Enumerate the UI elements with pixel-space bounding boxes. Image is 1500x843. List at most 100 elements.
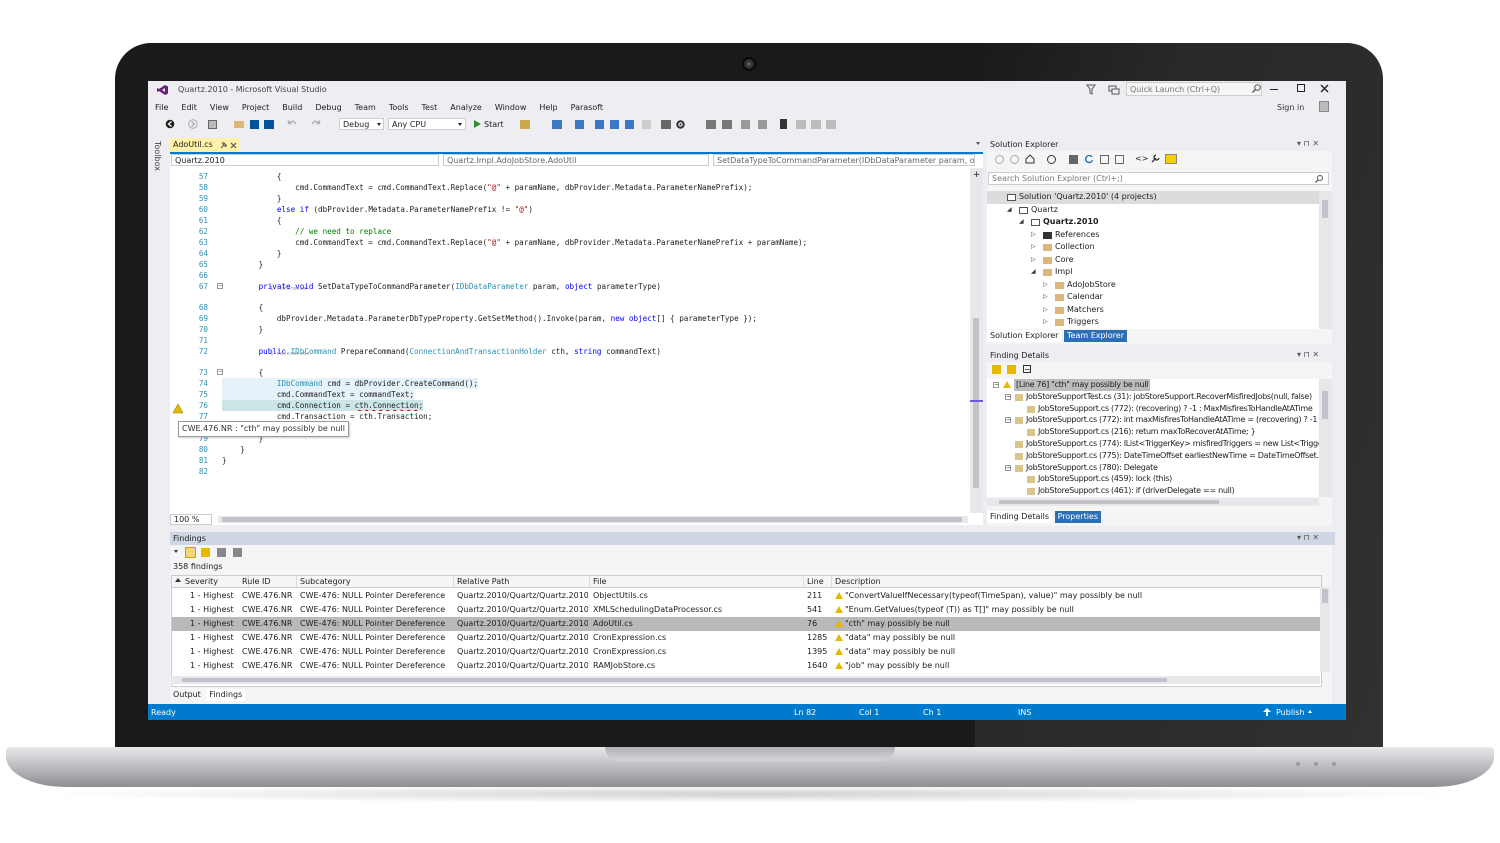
forward-icon[interactable] bbox=[1010, 155, 1019, 164]
parasoft-run-icon[interactable] bbox=[552, 120, 562, 129]
solution-tree-item[interactable]: ▷ Matchers bbox=[987, 304, 1319, 317]
member-nav-select[interactable]: SetDataTypeToCommandParameter(IDbDataPar… bbox=[713, 154, 975, 166]
findings-hscroll-thumb[interactable] bbox=[182, 678, 1167, 682]
tab-solution-explorer[interactable]: Solution Explorer bbox=[987, 330, 1062, 342]
solution-tree-item[interactable]: Solution 'Quartz.2010' (4 projects) bbox=[987, 191, 1319, 204]
close-icon[interactable] bbox=[1320, 84, 1329, 93]
project-nav-select[interactable]: Quartz.2010 bbox=[171, 154, 439, 166]
menu-item-team[interactable]: Team bbox=[355, 103, 376, 112]
column-header-severity[interactable]: Severity bbox=[185, 576, 249, 587]
collapse-toggle-icon[interactable]: − bbox=[217, 283, 223, 289]
bookmark-prev-icon[interactable] bbox=[796, 120, 806, 129]
home-icon[interactable] bbox=[1025, 154, 1035, 164]
menu-item-view[interactable]: View bbox=[210, 103, 229, 112]
menu-item-edit[interactable]: Edit bbox=[181, 103, 197, 112]
code-line[interactable]: 81} bbox=[170, 455, 970, 466]
collapsed-arrow-icon[interactable]: ▷ bbox=[1031, 229, 1036, 242]
table-row[interactable]: 1 - Highest CWE.476.NR CWE-476: NULL Point… bbox=[172, 659, 1321, 673]
toolbar-tool-icon[interactable] bbox=[758, 120, 767, 129]
codelens-references[interactable]: 1 reference bbox=[270, 286, 306, 292]
solution-tree-item[interactable]: ▷ Triggers bbox=[987, 316, 1319, 329]
collapse-toggle-icon[interactable]: − bbox=[1005, 393, 1011, 400]
solution-tree-item[interactable]: ▷ AdoJobStore bbox=[987, 279, 1319, 292]
bookmark-icon[interactable] bbox=[780, 119, 787, 129]
quick-launch-input[interactable]: Quick Launch (Ctrl+Q) bbox=[1126, 82, 1262, 96]
zoom-select[interactable]: 100 % bbox=[170, 514, 212, 525]
collapsed-arrow-icon[interactable]: ▷ bbox=[1031, 254, 1036, 267]
menu-item-analyze[interactable]: Analyze bbox=[450, 103, 482, 112]
sort-ascending-icon[interactable] bbox=[175, 578, 181, 582]
code-line[interactable]: 75 cmd.CommandText = commandText; bbox=[170, 389, 970, 400]
redo-icon[interactable] bbox=[311, 119, 321, 129]
solution-tree-item[interactable]: ◢ Impl bbox=[987, 266, 1319, 279]
properties-wrench-icon[interactable] bbox=[1150, 154, 1160, 164]
menu-item-parasoft[interactable]: Parasoft bbox=[571, 103, 603, 112]
code-line[interactable]: 68 { bbox=[170, 302, 970, 313]
collapse-toggle-icon[interactable]: − bbox=[217, 369, 223, 375]
chevron-down-icon[interactable] bbox=[174, 550, 178, 553]
column-header-subcategory[interactable]: Subcategory bbox=[300, 576, 454, 587]
back-icon[interactable] bbox=[995, 155, 1004, 164]
solution-search-input[interactable]: Search Solution Explorer (Ctrl+;) bbox=[988, 172, 1329, 185]
finding-trace-item[interactable]: JobStoreSupport.cs (775): DateTimeOffset… bbox=[987, 450, 1319, 462]
tab-team-explorer[interactable]: Team Explorer bbox=[1064, 330, 1127, 342]
menu-item-window[interactable]: Window bbox=[495, 103, 527, 112]
view-code-icon[interactable]: <> bbox=[1135, 154, 1148, 163]
code-line[interactable]: 60 else if (dbProvider.Metadata.Paramete… bbox=[170, 204, 970, 215]
code-line[interactable]: 62 // we need to replace bbox=[170, 226, 970, 237]
parasoft-test-icon[interactable] bbox=[575, 120, 584, 129]
code-line[interactable]: 80 } bbox=[170, 444, 970, 455]
collapsed-arrow-icon[interactable]: ▷ bbox=[1031, 241, 1036, 254]
filter-findings-icon[interactable] bbox=[185, 547, 196, 558]
code-area[interactable]: 57 {58 cmd.CommandText = cmd.CommandText… bbox=[170, 168, 970, 513]
expanded-arrow-icon[interactable]: ◢ bbox=[1031, 266, 1036, 279]
finding-trace-item[interactable]: JobStoreSupport.cs (772): (recovering) ?… bbox=[987, 403, 1319, 415]
table-row[interactable]: 1 - Highest CWE.476.NR CWE-476: NULL Point… bbox=[172, 631, 1321, 645]
collapse-toggle-icon[interactable]: − bbox=[1005, 417, 1011, 424]
finding-details-hscroll-thumb[interactable] bbox=[999, 500, 1219, 504]
sign-in-link[interactable]: Sign in bbox=[1277, 103, 1304, 112]
table-row[interactable]: 1 - Highest CWE.476.NR CWE-476: NULL Point… bbox=[172, 603, 1321, 617]
gear-icon[interactable] bbox=[675, 119, 686, 130]
finding-trace-item[interactable]: JobStoreSupport.cs (459): lock (this) bbox=[987, 473, 1319, 485]
settings-findings-icon[interactable] bbox=[233, 548, 242, 557]
tab-output[interactable]: Output bbox=[170, 689, 204, 701]
chevron-down-icon[interactable] bbox=[976, 142, 980, 145]
collapse-toggle-icon[interactable]: − bbox=[1005, 464, 1011, 471]
forward-icon[interactable] bbox=[188, 119, 198, 129]
save-all-icon[interactable] bbox=[264, 120, 274, 129]
toolbar-disabled-icon[interactable] bbox=[642, 120, 651, 129]
history-icon[interactable] bbox=[1047, 155, 1056, 164]
start-icon[interactable] bbox=[474, 120, 481, 128]
collapse-toggle-icon[interactable]: − bbox=[993, 382, 999, 388]
code-line[interactable]: 63 cmd.CommandText = cmd.CommandText.Rep… bbox=[170, 237, 970, 248]
collapsed-arrow-icon[interactable]: ▷ bbox=[1043, 279, 1048, 292]
panel-controls[interactable]: ▾ ⊓ ✕ bbox=[1297, 139, 1319, 148]
findings-scroll-thumb[interactable] bbox=[1322, 589, 1328, 603]
menu-item-build[interactable]: Build bbox=[282, 103, 302, 112]
table-row[interactable]: 1 - Highest CWE.476.NR CWE-476: NULL Point… bbox=[172, 589, 1321, 603]
collapse-all-icon[interactable] bbox=[1100, 155, 1109, 164]
pin-icon[interactable] bbox=[220, 142, 227, 149]
finding-trace-item[interactable]: − JobStoreSupport.cs (772): int maxMisfir… bbox=[987, 414, 1319, 426]
type-nav-select[interactable]: Quartz.Impl.AdoJobStore.AdoUtil bbox=[443, 154, 709, 166]
code-line[interactable]: 64 } bbox=[170, 248, 970, 259]
collapsed-arrow-icon[interactable]: ▷ bbox=[1043, 304, 1048, 317]
code-line[interactable]: 59 } bbox=[170, 193, 970, 204]
save-icon[interactable] bbox=[250, 120, 259, 129]
parasoft-test-icon[interactable] bbox=[625, 120, 634, 129]
toolbar-tool-icon[interactable] bbox=[520, 120, 530, 129]
show-all-files-icon[interactable] bbox=[1115, 155, 1124, 164]
table-row[interactable]: 1 - Highest CWE.476.NR CWE-476: NULL Point… bbox=[172, 645, 1321, 659]
refresh-icon[interactable] bbox=[1084, 154, 1094, 164]
code-line[interactable]: 69 dbProvider.Metadata.ParameterDbTypePr… bbox=[170, 313, 970, 324]
table-row[interactable]: 1 - Highest CWE.476.NR CWE-476: NULL Point… bbox=[172, 617, 1321, 631]
expanded-arrow-icon[interactable]: ◢ bbox=[1007, 204, 1012, 217]
menu-item-test[interactable]: Test bbox=[422, 103, 438, 112]
collapsed-arrow-icon[interactable]: ▷ bbox=[1043, 316, 1048, 329]
refresh-findings-icon[interactable] bbox=[217, 548, 226, 557]
code-line[interactable]: 58 cmd.CommandText = cmd.CommandText.Rep… bbox=[170, 182, 970, 193]
finding-trace-item[interactable]: − JobStoreSupport.cs (780): Delegate bbox=[987, 462, 1319, 474]
codelens-references[interactable]: 5 references bbox=[270, 351, 310, 357]
finding-trace-item[interactable]: − JobStoreSupportTest.cs (31): jobStoreSu… bbox=[987, 391, 1319, 403]
